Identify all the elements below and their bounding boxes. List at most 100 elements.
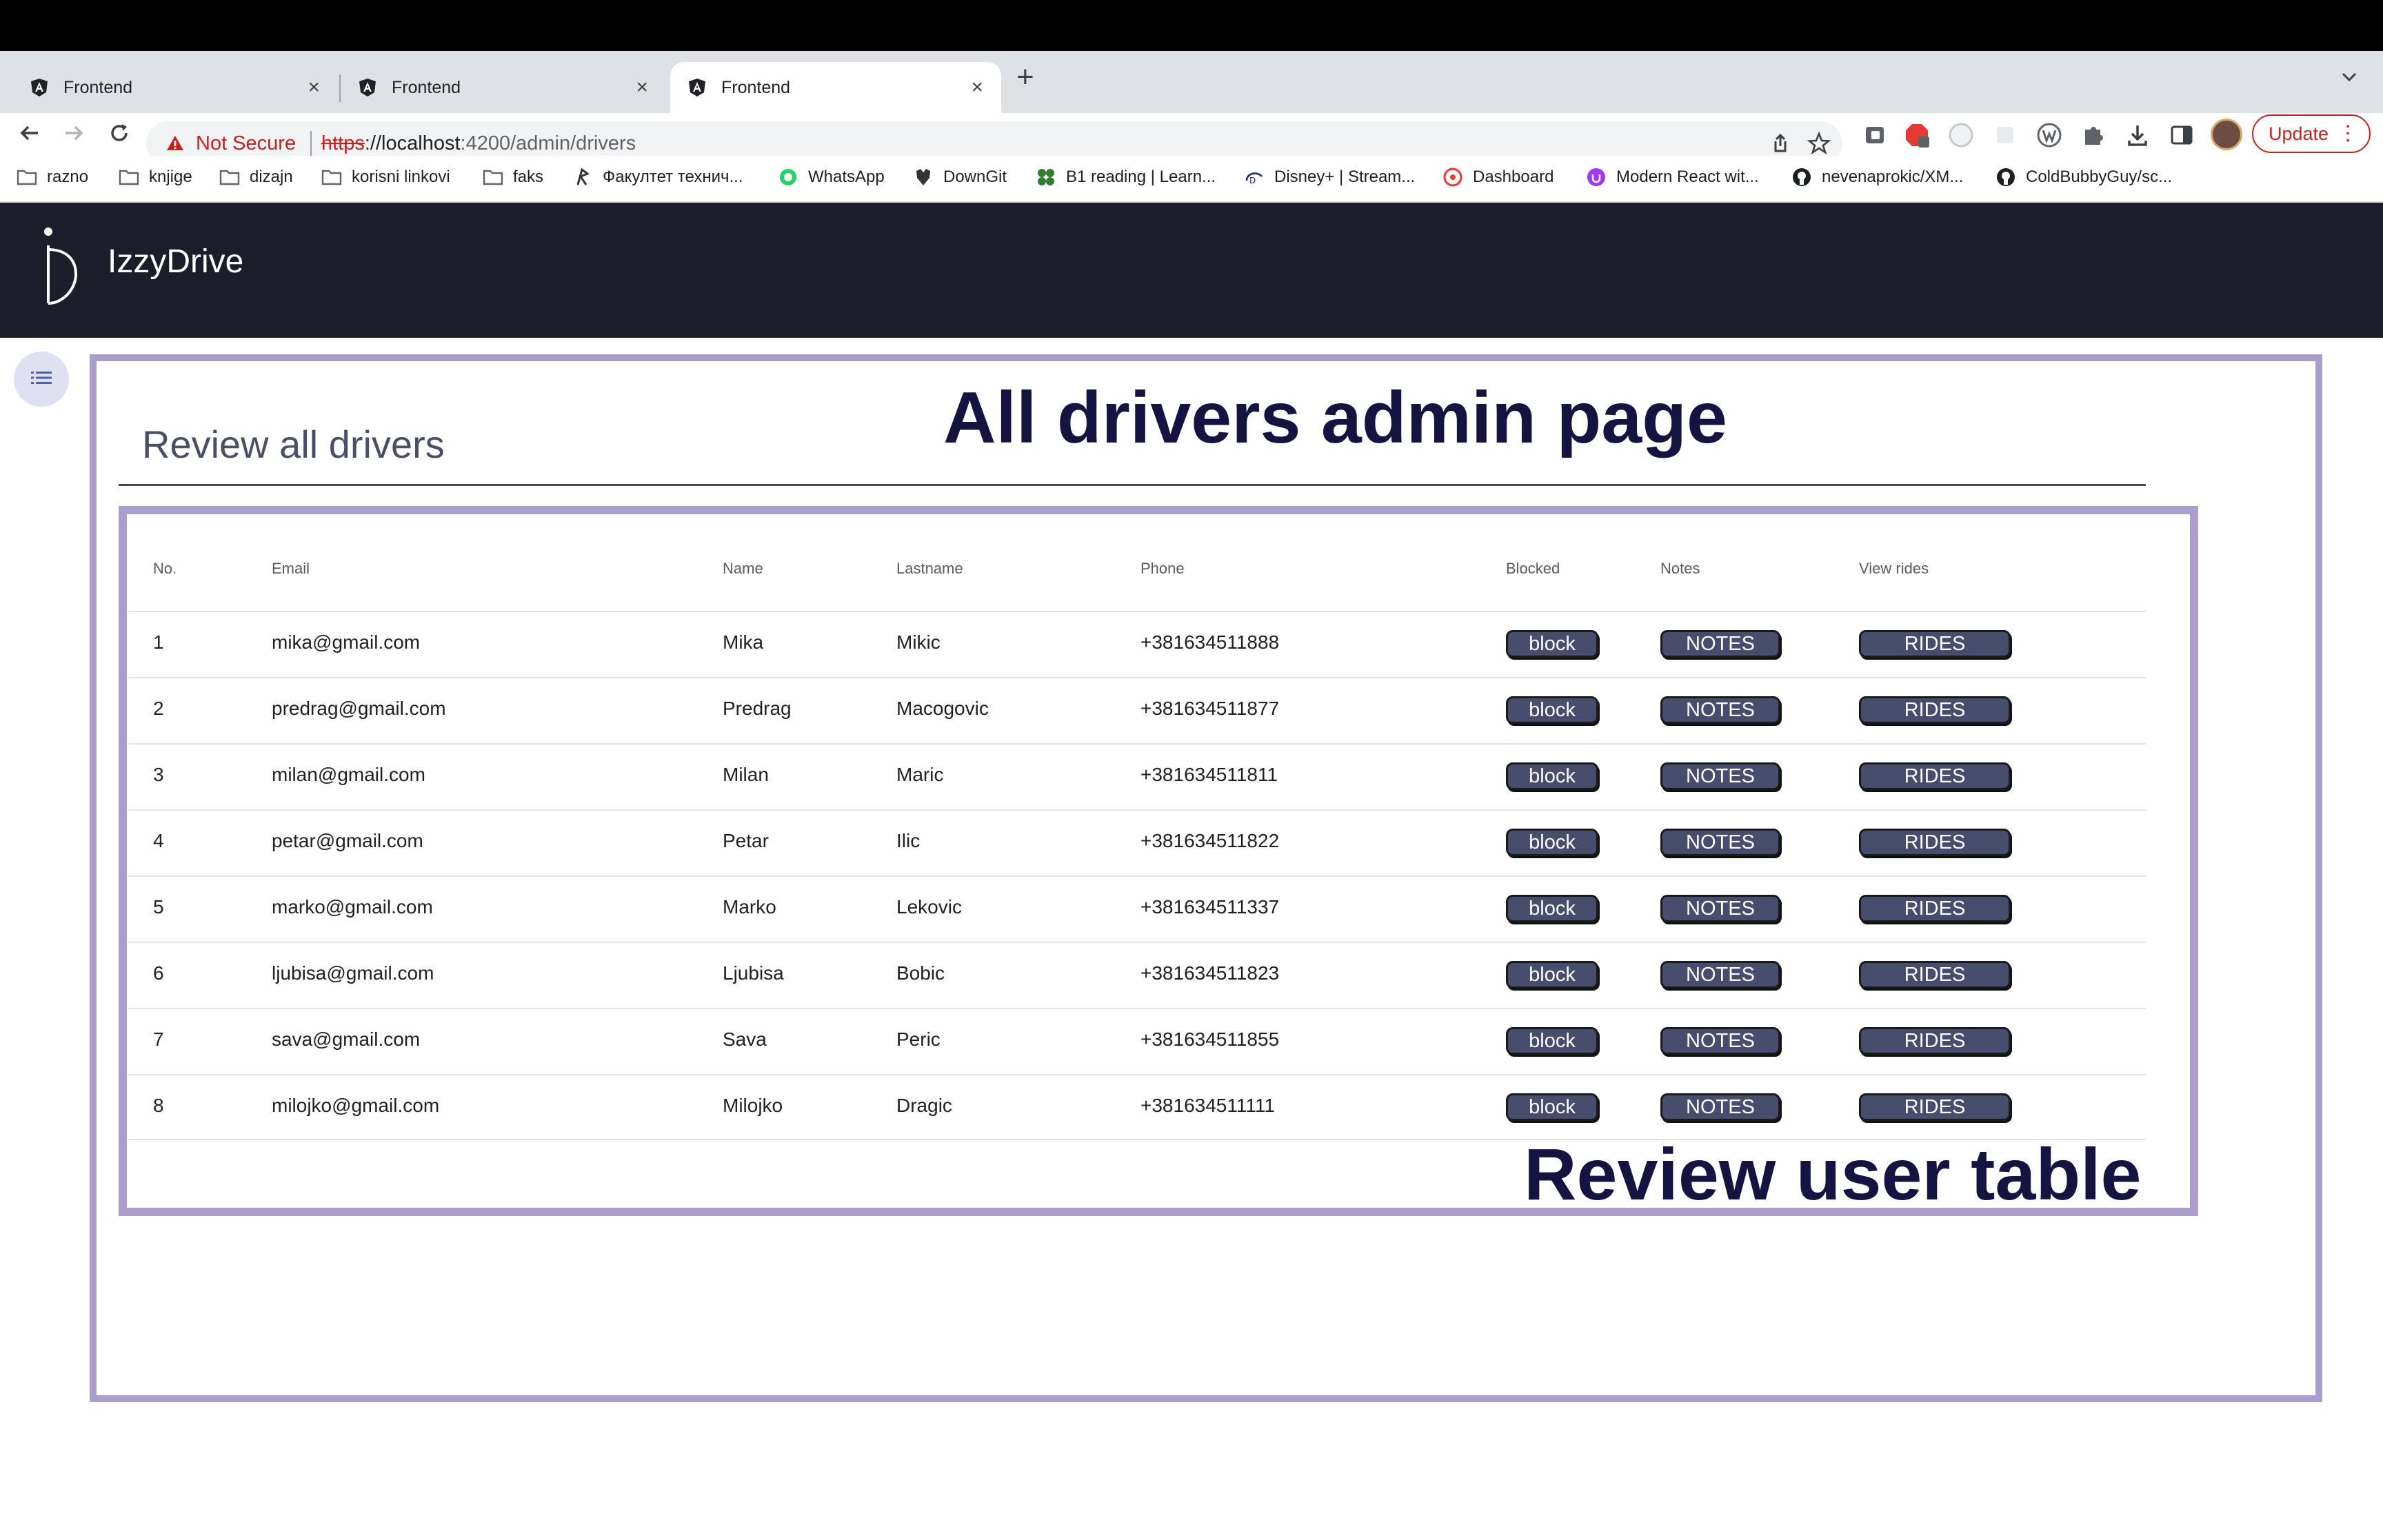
block-button[interactable]: block xyxy=(1506,762,1598,790)
tab-title: Frontend xyxy=(63,77,133,97)
bookmark-item[interactable]: razno xyxy=(17,167,88,188)
update-button[interactable]: Update ⋮ xyxy=(2252,114,2371,153)
cell-lastname: Macogovic xyxy=(896,698,989,719)
tab-title: Frontend xyxy=(392,77,461,97)
bookmark-item[interactable]: korisni linkovi xyxy=(321,167,450,188)
adblock-icon[interactable] xyxy=(1903,121,1931,149)
folder-icon xyxy=(321,167,342,188)
rides-button[interactable]: RIDES xyxy=(1859,1093,2011,1121)
bookmark-item[interactable]: Dashboard xyxy=(1442,167,1554,188)
block-button[interactable]: block xyxy=(1506,829,1598,856)
bookmark-item[interactable]: DownGit xyxy=(913,167,1007,188)
tab-close-icon[interactable]: × xyxy=(636,76,648,99)
side-panel-icon[interactable] xyxy=(2168,121,2195,149)
block-button[interactable]: block xyxy=(1506,1093,1598,1121)
list-icon xyxy=(30,369,53,389)
sidebar-toggle-button[interactable] xyxy=(14,352,69,407)
notes-button[interactable]: NOTES xyxy=(1660,1027,1780,1055)
loading-extension-icon[interactable] xyxy=(1947,121,1975,149)
bookmark-label: Dashboard xyxy=(1473,168,1554,186)
rides-button[interactable]: RIDES xyxy=(1859,762,2011,790)
bookmark-item[interactable]: faks xyxy=(483,167,543,188)
bookmark-label: Modern React wit... xyxy=(1616,168,1759,186)
annotation-page-label: All drivers admin page xyxy=(943,377,1727,458)
cell-no: 8 xyxy=(153,1095,164,1116)
cell-no: 7 xyxy=(153,1029,164,1050)
url-text[interactable]: https://localhost:4200/admin/drivers xyxy=(321,132,636,155)
tab-close-icon[interactable]: × xyxy=(971,76,983,99)
block-button[interactable]: block xyxy=(1506,961,1598,989)
screen-top-bar xyxy=(0,0,2383,51)
bookmark-item[interactable]: Факултет технич... xyxy=(572,167,743,188)
tab-close-icon[interactable]: × xyxy=(308,76,320,99)
bookmark-label: faks xyxy=(513,168,544,186)
folder-icon xyxy=(119,167,139,188)
update-label: Update xyxy=(2269,123,2329,144)
notes-button[interactable]: NOTES xyxy=(1660,1093,1780,1121)
rides-button[interactable]: RIDES xyxy=(1859,696,2011,724)
block-button[interactable]: block xyxy=(1506,630,1598,658)
bookmark-item[interactable]: WhatsApp xyxy=(778,167,885,188)
bookmark-item[interactable]: knjige xyxy=(119,167,192,188)
back-button[interactable] xyxy=(12,116,47,150)
cell-name: Ljubisa xyxy=(723,962,784,984)
security-status[interactable]: Not Secure xyxy=(196,132,296,155)
browser-tab[interactable]: Frontend × xyxy=(341,62,666,113)
rides-button[interactable]: RIDES xyxy=(1859,829,2011,856)
notes-button[interactable]: NOTES xyxy=(1660,961,1780,989)
rides-button[interactable]: RIDES xyxy=(1859,630,2011,658)
col-header-view-rides: View rides xyxy=(1859,560,1929,577)
block-button[interactable]: block xyxy=(1506,895,1598,922)
bookmark-item[interactable]: D Disney+ | Stream... xyxy=(1244,167,1415,188)
notes-button[interactable]: NOTES xyxy=(1660,762,1780,790)
bookmark-item[interactable]: nevenaprokic/XM... xyxy=(1791,167,1963,188)
cell-email: petar@gmail.com xyxy=(272,830,423,851)
col-header-no: No. xyxy=(153,560,177,577)
warning-icon[interactable] xyxy=(165,134,185,156)
table-row: 6 ljubisa@gmail.com Ljubisa Bobic +38163… xyxy=(128,942,2146,1008)
cell-lastname: Ilic xyxy=(896,830,921,851)
izzydrive-logo-icon[interactable] xyxy=(39,222,80,311)
notes-button[interactable]: NOTES xyxy=(1660,895,1780,922)
bookmark-label: WhatsApp xyxy=(808,168,885,186)
cell-no: 2 xyxy=(153,698,164,719)
app-name[interactable]: IzzyDrive xyxy=(108,243,243,281)
col-header-phone: Phone xyxy=(1140,560,1185,577)
rides-button[interactable]: RIDES xyxy=(1859,1027,2011,1055)
url-path: :4200/admin/drivers xyxy=(460,132,636,154)
extension-icon[interactable] xyxy=(1862,121,1889,149)
block-button[interactable]: block xyxy=(1506,1027,1598,1055)
bookmark-item[interactable]: B1 reading | Learn... xyxy=(1036,167,1216,188)
new-tab-button[interactable]: + xyxy=(1016,62,1034,92)
table-row: 8 milojko@gmail.com Milojko Dragic +3816… xyxy=(128,1074,2146,1140)
browser-tab-active[interactable]: Frontend × xyxy=(670,62,1001,113)
tab-search-chevron-icon[interactable] xyxy=(2337,65,2361,88)
notes-button[interactable]: NOTES xyxy=(1660,829,1780,856)
profile-avatar[interactable] xyxy=(2211,119,2242,150)
notes-button[interactable]: NOTES xyxy=(1660,696,1780,724)
angular-icon xyxy=(29,77,50,98)
rides-button[interactable]: RIDES xyxy=(1859,961,2011,989)
block-button[interactable]: block xyxy=(1506,696,1598,724)
wordpress-icon[interactable] xyxy=(2035,121,2063,149)
bookmark-item[interactable]: dizajn xyxy=(219,167,293,188)
browser-tab[interactable]: Frontend × xyxy=(0,62,338,113)
table-row: 3 milan@gmail.com Milan Maric +381634511… xyxy=(128,743,2146,809)
downgit-icon xyxy=(913,167,934,188)
download-icon[interactable] xyxy=(2124,121,2151,149)
reload-button[interactable] xyxy=(102,116,137,150)
bookmark-item[interactable]: ColdBubbyGuy/sc... xyxy=(1995,167,2172,188)
share-icon[interactable] xyxy=(1768,131,1793,156)
bookmark-item[interactable]: Modern React wit... xyxy=(1586,167,1759,188)
table-row: 5 marko@gmail.com Marko Lekovic +3816345… xyxy=(128,875,2146,942)
cell-phone: +381634511855 xyxy=(1140,1029,1280,1050)
bookmark-star-icon[interactable] xyxy=(1807,131,1831,156)
cell-lastname: Peric xyxy=(896,1029,941,1050)
col-header-notes: Notes xyxy=(1660,560,1700,577)
placeholder-extension-icon[interactable] xyxy=(1991,121,2019,149)
forward-button[interactable] xyxy=(57,116,91,150)
puzzle-icon[interactable] xyxy=(2080,121,2107,149)
clover-icon xyxy=(1036,167,1056,188)
rides-button[interactable]: RIDES xyxy=(1859,895,2011,922)
notes-button[interactable]: NOTES xyxy=(1660,630,1780,658)
